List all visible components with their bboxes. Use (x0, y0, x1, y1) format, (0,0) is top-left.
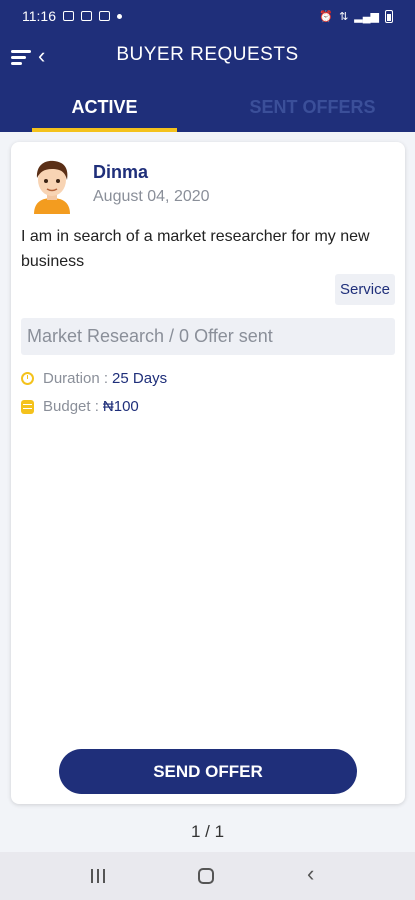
tab-sent-offers[interactable]: SENT OFFERS (240, 97, 385, 118)
system-back-icon[interactable]: ‹ (307, 863, 314, 885)
tab-active[interactable]: ACTIVE (32, 97, 177, 118)
recents-icon[interactable] (91, 869, 107, 883)
teams-icon (81, 11, 92, 21)
budget-value: ₦100 (102, 398, 139, 415)
buyer-name: Dinma (93, 162, 149, 182)
status-bar: 11:16 ⏰ ⇅ ▂▄▆ (0, 0, 415, 32)
offers-summary: Market Research / 0 Offer sent (21, 318, 395, 355)
duration-label: Duration : (43, 370, 109, 387)
pagination: 1 / 1 (190, 822, 225, 841)
tab-bar: ACTIVE SENT OFFERS (0, 80, 415, 132)
app-bar: ‹ BUYER REQUESTS (0, 32, 415, 80)
avatar (34, 160, 70, 214)
message-icon (99, 11, 110, 21)
budget-row: Budget : ₦100 (21, 398, 139, 415)
alarm-icon: ⏰ (319, 10, 334, 23)
system-nav-bar: ‹ (0, 852, 415, 900)
duration-value: 25 Days (112, 370, 168, 387)
battery-icon (385, 9, 393, 23)
request-date: August 04, 2020 (93, 188, 210, 205)
request-type-badge: Service (334, 274, 395, 305)
home-icon[interactable] (198, 868, 214, 884)
send-offer-button[interactable]: SEND OFFER (59, 749, 357, 794)
active-tab-indicator (32, 128, 177, 132)
signal-icon: ▂▄▆ (354, 10, 379, 23)
duration-row: Duration : 25 Days (21, 370, 167, 387)
buyer-request-card: Dinma August 04, 2020 I am in search of … (11, 142, 405, 804)
budget-label: Budget : (43, 398, 99, 415)
clock-icon (21, 372, 34, 385)
coins-icon (21, 399, 34, 414)
page-title: BUYER REQUESTS (116, 44, 299, 65)
gallery-icon (63, 11, 74, 21)
status-time: 11:16 (22, 8, 56, 24)
notification-dot-icon (117, 13, 122, 19)
request-description: I am in search of a market researcher fo… (21, 228, 370, 270)
network-icon: ⇅ (339, 10, 349, 23)
